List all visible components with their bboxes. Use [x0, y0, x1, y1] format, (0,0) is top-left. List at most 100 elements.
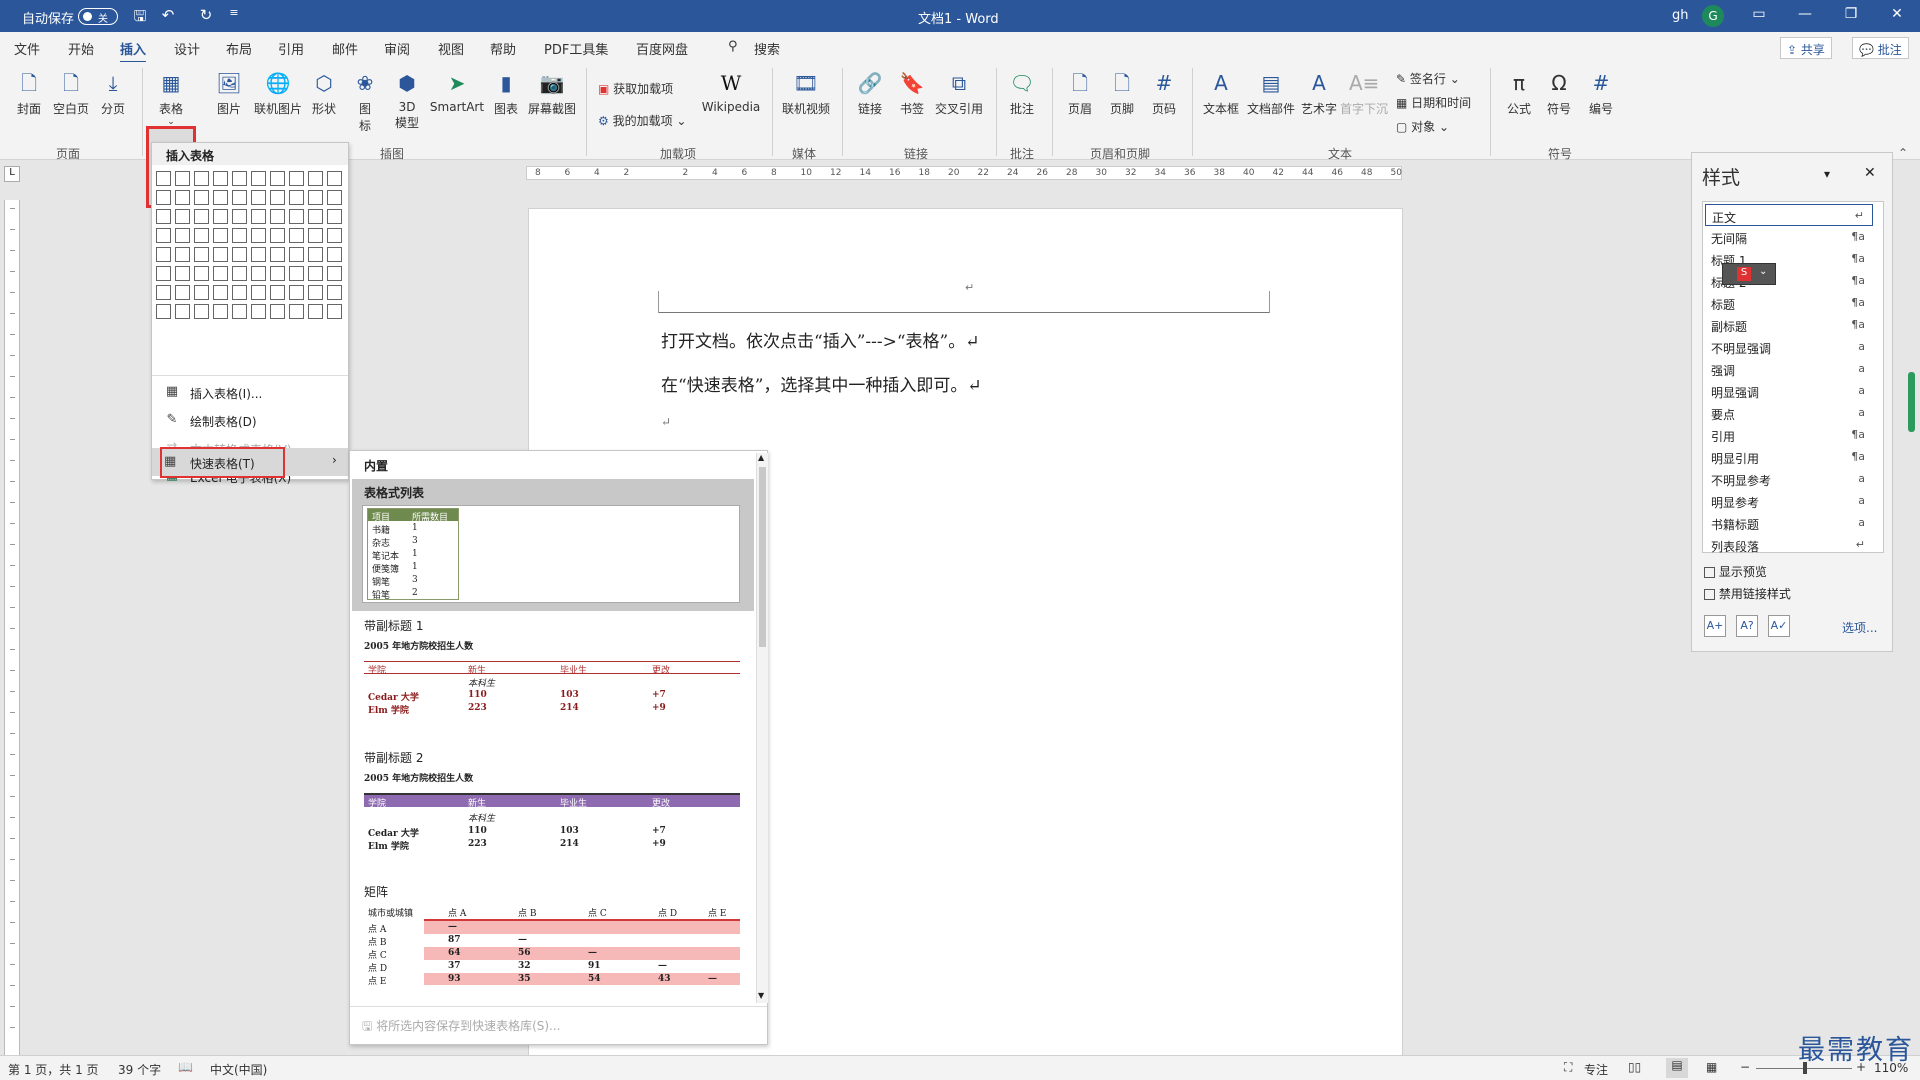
tab-file[interactable]: 文件 [14, 39, 40, 58]
table-grid-cell[interactable] [308, 266, 323, 281]
table-grid-cell[interactable] [175, 247, 190, 262]
table-grid-cell[interactable] [232, 285, 247, 300]
quick-parts-button[interactable]: ▤ 文档部件 [1244, 68, 1298, 117]
table-grid-cell[interactable] [232, 190, 247, 205]
autosave-toggle[interactable]: 关 [78, 8, 118, 25]
customize-qa-icon[interactable]: ≡ [224, 6, 244, 26]
table-grid-cell[interactable] [308, 209, 323, 224]
comments-button[interactable]: 💬 批注 [1852, 37, 1909, 59]
table-grid-cell[interactable] [232, 228, 247, 243]
table-grid-cell[interactable] [232, 247, 247, 262]
page-number-button[interactable]: # 页码 [1146, 68, 1182, 117]
style-item[interactable]: 明显参考 a [1705, 490, 1873, 512]
tab-pdf-tools[interactable]: PDF工具集 [544, 39, 608, 58]
table-grid-cell[interactable] [194, 304, 209, 319]
style-item[interactable]: 明显引用 ¶a [1705, 446, 1873, 468]
get-addins-button[interactable]: ▣ 获取加载项 [598, 80, 673, 97]
table-grid-cell[interactable] [213, 266, 228, 281]
table-grid-cell[interactable] [213, 209, 228, 224]
manage-styles-icon[interactable]: A✓ [1768, 615, 1790, 637]
search-icon[interactable]: ⚲ [728, 39, 738, 54]
paragraph-1[interactable]: 打开文档。依次点击“插入”--->“表格”。↵ [661, 327, 979, 352]
style-item[interactable]: 不明显参考 a [1705, 468, 1873, 490]
style-item[interactable]: 列表段落 ↵ [1705, 534, 1873, 556]
table-grid-cell[interactable] [194, 285, 209, 300]
style-item[interactable]: 引用 ¶a [1705, 424, 1873, 446]
table-grid-cell[interactable] [175, 209, 190, 224]
table-grid-cell[interactable] [289, 285, 304, 300]
style-item[interactable]: 正文 ↵ [1705, 204, 1873, 226]
table-grid-cell[interactable] [175, 228, 190, 243]
table-grid-cell[interactable] [156, 228, 171, 243]
table-grid-cell[interactable] [213, 247, 228, 262]
save-icon[interactable]: 🖫 [130, 6, 150, 26]
collapse-ribbon-icon[interactable]: ⌃ [1898, 146, 1908, 160]
table-grid-cell[interactable] [270, 266, 285, 281]
footer-button[interactable]: 🗋 页脚 [1104, 68, 1140, 117]
table-grid-cell[interactable] [251, 304, 266, 319]
table-grid-cell[interactable] [232, 304, 247, 319]
table-grid-cell[interactable] [213, 190, 228, 205]
disable-linked-checkbox[interactable]: 禁用链接样式 [1704, 585, 1791, 602]
close-pane-icon[interactable]: ✕ [1864, 165, 1876, 181]
table-grid-cell[interactable] [194, 190, 209, 205]
table-grid-cell[interactable] [213, 285, 228, 300]
table-grid-cell[interactable] [156, 190, 171, 205]
table-grid-cell[interactable] [270, 228, 285, 243]
table-grid-cell[interactable] [194, 209, 209, 224]
scroll-down-icon[interactable]: ▼ [758, 991, 764, 1000]
symbol-button[interactable]: Ω 符号 [1540, 68, 1578, 117]
table-grid-cell[interactable] [194, 228, 209, 243]
zoom-out-icon[interactable]: − [1740, 1060, 1750, 1074]
tab-insert[interactable]: 插入 [120, 39, 147, 63]
wikipedia-button[interactable]: W Wikipedia [698, 68, 764, 114]
table-grid-cell[interactable] [270, 171, 285, 186]
paragraph-2[interactable]: 在“快速表格”，选择其中一种插入即可。↵ [661, 371, 982, 396]
table-grid-cell[interactable] [232, 266, 247, 281]
gallery-scrollbar[interactable]: ▲ ▼ [756, 453, 768, 1003]
header-area[interactable] [659, 291, 1269, 313]
table-grid-cell[interactable] [156, 247, 171, 262]
tab-baidu-netdisk[interactable]: 百度网盘 [636, 39, 688, 58]
table-grid-cell[interactable] [251, 247, 266, 262]
table-grid-cell[interactable] [327, 209, 342, 224]
table-grid-cell[interactable] [156, 171, 171, 186]
table-grid-cell[interactable] [213, 228, 228, 243]
web-layout-icon[interactable]: ▦ [1706, 1060, 1717, 1074]
table-grid-cell[interactable] [251, 209, 266, 224]
table-grid-cell[interactable] [327, 247, 342, 262]
my-addins-button[interactable]: ⚙ 我的加载项 ⌄ [598, 112, 686, 129]
tab-selector[interactable]: L [4, 166, 20, 182]
tab-view[interactable]: 视图 [438, 39, 464, 58]
table-grid-cell[interactable] [270, 190, 285, 205]
table-grid-cell[interactable] [213, 304, 228, 319]
table-grid-cell[interactable] [175, 304, 190, 319]
object-button[interactable]: ▢ 对象 ⌄ [1396, 118, 1449, 135]
equation-button[interactable]: π 公式 [1500, 68, 1538, 117]
language[interactable]: 中文(中国) [210, 1061, 267, 1078]
bookmark-button[interactable]: 🔖 书签 [894, 68, 930, 117]
gallery-item-subheading-2[interactable]: 2005 年地方院校招生人数 学院 新生 毕业生 更改 本科生 Cedar 大学… [364, 771, 740, 881]
shapes-button[interactable]: ⬡ 形状 [306, 68, 342, 117]
horizontal-ruler[interactable]: 8 6 4 2 2 4 6 8 10 12 14 16 18 20 22 24 26 28 30 32 34 36 38 40… [526, 166, 1402, 180]
vertical-ruler[interactable] [4, 200, 20, 1055]
table-grid-cell[interactable] [175, 266, 190, 281]
avatar[interactable]: G [1702, 5, 1724, 27]
document-scrollbar[interactable] [1905, 160, 1919, 1055]
page-count[interactable]: 第 1 页，共 1 页 [8, 1061, 99, 1078]
table-grid-cell[interactable] [156, 209, 171, 224]
table-grid-cell[interactable] [308, 285, 323, 300]
table-grid-cell[interactable] [156, 304, 171, 319]
table-grid-cell[interactable] [251, 266, 266, 281]
table-grid-cell[interactable] [327, 171, 342, 186]
table-grid-cell[interactable] [308, 304, 323, 319]
table-grid-cell[interactable] [289, 209, 304, 224]
table-grid-cell[interactable] [194, 266, 209, 281]
style-item[interactable]: 不明显强调 a [1705, 336, 1873, 358]
table-grid-cell[interactable] [289, 304, 304, 319]
proofing-icon[interactable]: 📖 [178, 1060, 193, 1074]
style-inspector-icon[interactable]: A? [1736, 615, 1758, 637]
focus-icon[interactable]: ⛶ [1564, 1060, 1572, 1075]
drop-cap-button[interactable]: A≡ 首字下沉 [1340, 68, 1388, 117]
tab-home[interactable]: 开始 [68, 39, 94, 58]
